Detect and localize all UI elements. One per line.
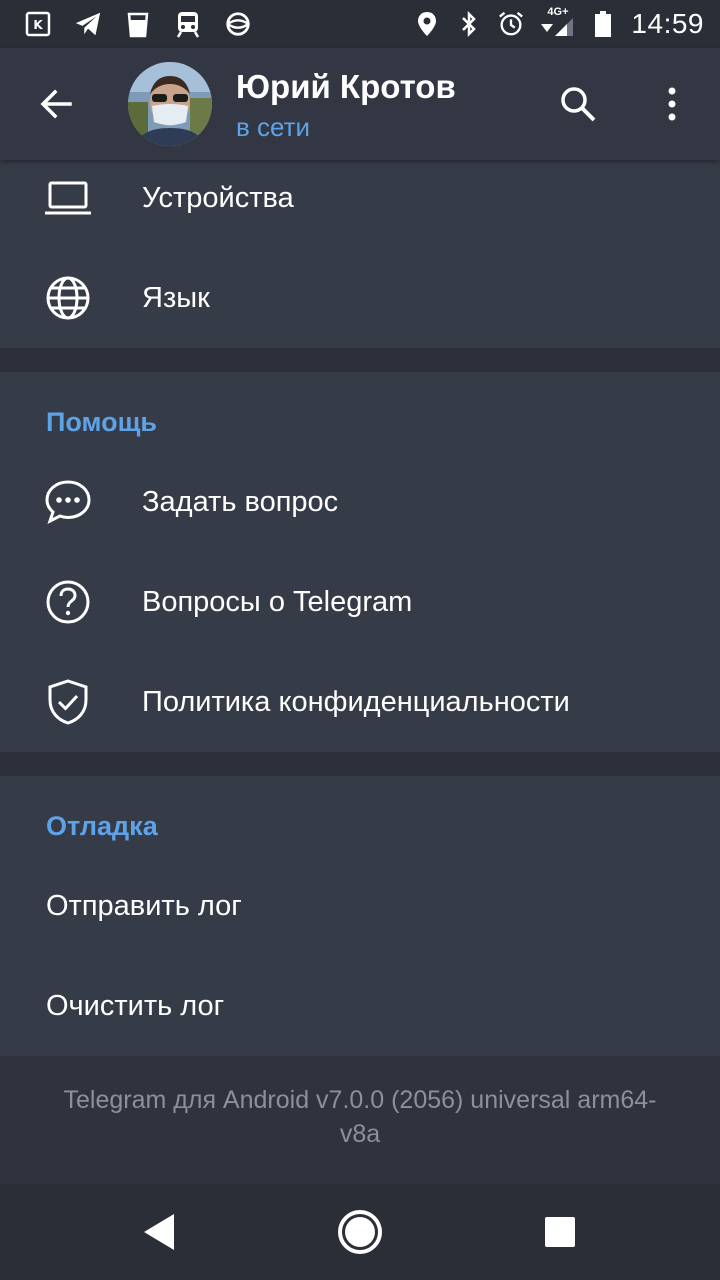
debug-section: Отладка Отправить лог Очистить лог	[0, 776, 720, 1056]
question-icon	[44, 578, 92, 626]
laptop-icon	[44, 174, 92, 222]
status-bar: K 4G+ 14:59	[0, 0, 720, 48]
clear-log-item[interactable]: Очистить лог	[0, 956, 720, 1056]
language-label: Язык	[142, 281, 210, 314]
debug-header: Отладка	[46, 811, 158, 841]
clock: 14:59	[631, 8, 704, 39]
privacy-policy-label: Политика конфиденциальности	[142, 685, 570, 718]
status-right-icons: 4G+ 14:59	[413, 6, 704, 40]
network-type: 4G+	[547, 6, 569, 18]
chat-icon	[44, 478, 92, 526]
devices-label: Устройства	[142, 181, 294, 214]
help-section: Помощь Задать вопрос Вопросы о Telegram …	[0, 372, 720, 752]
battery-icon	[589, 10, 617, 38]
telegram-faq-item[interactable]: Вопросы о Telegram	[0, 552, 720, 652]
square-recents-icon	[545, 1217, 575, 1247]
triangle-back-icon	[144, 1214, 174, 1250]
globe-icon	[44, 274, 92, 322]
bluetooth-icon	[455, 10, 483, 38]
section-divider	[0, 348, 720, 372]
nav-recents-button[interactable]	[532, 1204, 588, 1260]
app-bar: Юрий Кротов в сети	[0, 48, 720, 160]
shield-check-icon	[44, 678, 92, 726]
search-button[interactable]	[550, 76, 606, 132]
location-icon	[413, 10, 441, 38]
cup-icon	[124, 10, 152, 38]
version-footer: Telegram для Android v7.0.0 (2056) unive…	[0, 1056, 720, 1198]
section-divider	[0, 752, 720, 776]
send-log-label: Отправить лог	[46, 889, 242, 922]
circle-home-icon	[338, 1210, 382, 1254]
search-icon	[561, 87, 596, 122]
kinopoisk-icon: K	[24, 10, 52, 38]
send-log-item[interactable]: Отправить лог	[0, 856, 720, 956]
online-status: в сети	[236, 112, 311, 142]
more-options-button[interactable]	[644, 76, 700, 132]
signal-icon: 4G+	[539, 6, 575, 38]
status-left-icons: K	[24, 10, 252, 38]
telegram-faq-label: Вопросы о Telegram	[142, 585, 413, 618]
more-vertical-icon	[668, 87, 676, 121]
telegram-icon	[74, 10, 102, 38]
sports-icon	[224, 10, 252, 38]
avatar[interactable]	[128, 62, 212, 146]
settings-list: Устройства Язык Помощь Задать вопрос Воп…	[0, 148, 720, 1198]
nav-back-button[interactable]	[132, 1204, 188, 1260]
privacy-policy-item[interactable]: Политика конфиденциальности	[0, 652, 720, 752]
contact-name[interactable]: Юрий Кротов	[236, 68, 456, 106]
clear-log-label: Очистить лог	[46, 989, 225, 1022]
train-icon	[174, 10, 202, 38]
settings-section: Устройства Язык	[0, 148, 720, 348]
back-button[interactable]	[28, 76, 84, 132]
ask-question-item[interactable]: Задать вопрос	[0, 452, 720, 552]
devices-item[interactable]: Устройства	[0, 148, 720, 248]
svg-text:K: K	[33, 18, 43, 32]
nav-home-button[interactable]	[332, 1204, 388, 1260]
language-item[interactable]: Язык	[0, 248, 720, 348]
back-arrow-icon	[40, 89, 72, 119]
ask-question-label: Задать вопрос	[142, 485, 339, 518]
help-header: Помощь	[46, 407, 158, 437]
version-text: Telegram для Android v7.0.0 (2056) unive…	[63, 1086, 657, 1148]
navigation-bar	[0, 1184, 720, 1280]
alarm-icon	[497, 10, 525, 38]
